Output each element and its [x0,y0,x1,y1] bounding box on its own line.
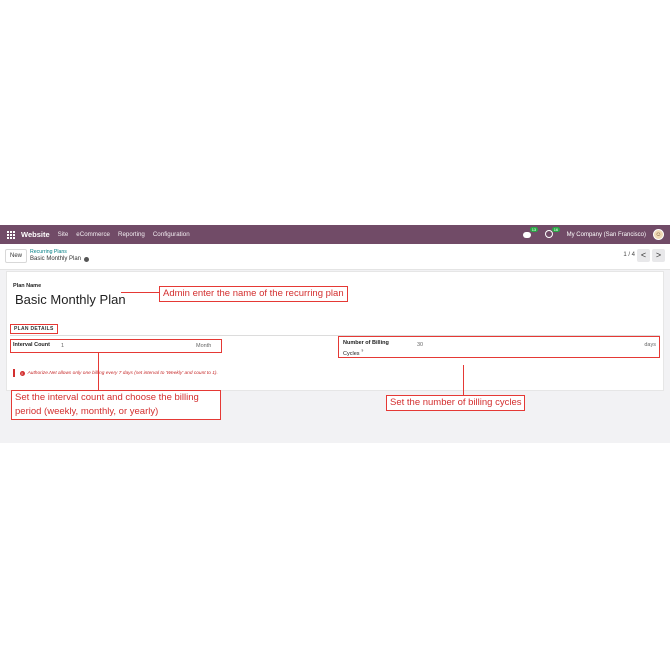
billing-cycles-field: Number of Billing Cycles ? 30 days [338,336,660,358]
clock-icon [544,230,553,238]
breadcrumb-parent[interactable]: Recurring Plans [30,249,67,255]
user-avatar[interactable]: ☺ [653,229,664,240]
plan-details-heading: PLAN DETAILS [10,324,58,334]
interval-arrow [98,353,99,391]
activity-badge: 16 [552,227,560,232]
plan-name-input[interactable]: Basic Monthly Plan [15,292,126,307]
menu-ecommerce[interactable]: eCommerce [76,231,110,238]
pager-next-button[interactable]: > [652,249,665,262]
interval-count-input[interactable]: 1 [61,343,64,349]
warning-icon: ! [19,370,25,376]
odoo-window: Website Site eCommerce Reporting Configu… [0,225,670,443]
plan-name-arrow [121,292,159,293]
annotation-plan-name: Admin enter the name of the recurring pl… [159,286,348,302]
app-menu-icon[interactable] [7,230,15,239]
annotation-interval-line1: Set the interval count and choose the bi… [15,392,199,403]
annotation-billing-cycles: Set the number of billing cycles [386,395,526,411]
app-name[interactable]: Website [21,230,50,239]
annotation-interval: Set the interval count and choose the bi… [11,390,221,420]
new-button[interactable]: New [5,249,28,263]
billing-cycles-input[interactable]: 30 [417,342,423,348]
messages-button[interactable]: 13 [522,227,538,239]
chat-icon [522,232,531,238]
interval-count-label: Interval Count [13,342,50,348]
chat-badge: 13 [530,227,538,232]
billing-cycles-label-line1: Number of Billing [343,340,389,346]
activities-button[interactable]: 16 [544,227,560,239]
top-navbar: Website Site eCommerce Reporting Configu… [0,225,670,244]
billing-cycles-label: Number of Billing Cycles ? [343,340,389,358]
menu-reporting[interactable]: Reporting [118,231,145,238]
interval-count-field: Interval Count 1 Month [10,339,222,353]
interval-unit-select[interactable]: Month [196,343,211,349]
warning-bar [13,369,15,377]
breadcrumb-current: Basic Monthly Plan [30,256,90,262]
gear-icon[interactable] [84,256,90,262]
billing-cycles-arrow [463,365,464,395]
annotation-interval-line2: period (weekly, monthly, or yearly) [15,406,159,417]
menu-site[interactable]: Site [58,231,69,238]
company-switcher[interactable]: My Company (San Francisco) [567,232,646,238]
pager-value[interactable]: 1 / 4 [623,252,635,258]
billing-cycles-unit: days [644,342,656,348]
warning-text: Authorize.Net allows only one billing ev… [27,370,218,376]
control-panel: New Recurring Plans Basic Monthly Plan 1… [0,244,670,270]
breadcrumb-current-label: Basic Monthly Plan [30,256,82,262]
billing-cycles-label-line2: Cycles [343,350,360,357]
authorize-net-warning: ! Authorize.Net allows only one billing … [13,369,218,377]
help-tooltip-icon[interactable]: ? [361,348,363,353]
menu-configuration[interactable]: Configuration [153,231,190,238]
pager-previous-button[interactable]: < [637,249,650,262]
plan-name-label: Plan Name [13,283,42,289]
